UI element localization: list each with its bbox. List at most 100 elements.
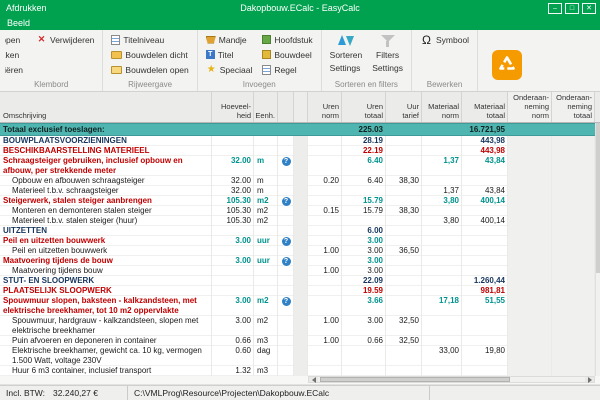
cell-hlp[interactable] xyxy=(278,146,294,156)
cell-sp[interactable] xyxy=(294,123,308,136)
cell-tar[interactable] xyxy=(386,256,422,266)
cell-mn[interactable] xyxy=(422,276,462,286)
cell-on[interactable] xyxy=(508,366,552,376)
table-row[interactable]: Peil en uitzetten bouwwerk 3.00 uur? 3.00 xyxy=(0,236,600,246)
table-row[interactable]: Spouwmuur, hardgrauw - kalkzandsteen, sl… xyxy=(0,316,600,336)
table-row[interactable]: PLAATSELIJK SLOOPWERK 19.59 981,81 xyxy=(0,286,600,296)
cell-qty[interactable]: 105.30 xyxy=(212,216,254,226)
help-icon[interactable]: ? xyxy=(281,197,291,206)
cell-on[interactable] xyxy=(508,316,552,336)
cell-unit[interactable]: uur xyxy=(254,236,278,246)
cell-unit[interactable] xyxy=(254,266,278,276)
cell-un[interactable] xyxy=(308,236,342,246)
cell-ot[interactable] xyxy=(552,246,595,256)
cell-mn[interactable]: 1,37 xyxy=(422,156,462,176)
scrollbar-thumb[interactable] xyxy=(320,377,510,382)
cell-on[interactable] xyxy=(508,156,552,176)
cell-mn[interactable] xyxy=(422,146,462,156)
cell-qty[interactable] xyxy=(212,136,254,146)
cell-on[interactable] xyxy=(508,236,552,246)
cell-on[interactable] xyxy=(508,196,552,206)
ribbon-button-kopi-ren[interactable]: Kopiëren xyxy=(5,62,29,77)
cell-hlp[interactable] xyxy=(278,206,294,216)
cell-oms[interactable]: Puin afvoeren en deponeren in container xyxy=(0,336,212,346)
cell-tar[interactable]: 36,50 xyxy=(386,246,422,256)
cell-hlp[interactable] xyxy=(278,336,294,346)
help-icon[interactable]: ? xyxy=(281,297,291,306)
cell-on[interactable] xyxy=(508,336,552,346)
cell-on[interactable] xyxy=(508,226,552,236)
cell-tar[interactable] xyxy=(386,236,422,246)
cell-tar[interactable]: 38,30 xyxy=(386,206,422,216)
table-row[interactable]: Huur 6 m3 container, inclusief transport… xyxy=(0,366,600,376)
cell-sp[interactable] xyxy=(294,206,308,216)
cell-tar[interactable] xyxy=(386,123,422,136)
scroll-left-button[interactable] xyxy=(309,376,318,383)
cell-on[interactable] xyxy=(508,146,552,156)
cell-on[interactable] xyxy=(508,136,552,146)
cell-tar[interactable]: 32,50 xyxy=(386,336,422,346)
cell-oms[interactable]: Monteren en demonteren stalen steiger xyxy=(0,206,212,216)
table-row[interactable]: Opbouw en afbouwen schraagsteiger 32.00 m 0… xyxy=(0,176,600,186)
cell-unit[interactable]: uur xyxy=(254,256,278,266)
cell-ut[interactable]: 0.66 xyxy=(342,336,386,346)
cell-ot[interactable] xyxy=(552,186,595,196)
cell-un[interactable] xyxy=(308,296,342,316)
ribbon-button-speciaal[interactable]: ★ Speciaal xyxy=(203,62,256,77)
cell-ut[interactable] xyxy=(342,366,386,376)
ribbon-button-plakken[interactable]: Plakken xyxy=(5,47,29,62)
cell-unit[interactable] xyxy=(254,276,278,286)
cell-qty[interactable]: 0.60 xyxy=(212,346,254,366)
cell-qty[interactable] xyxy=(212,286,254,296)
table-row[interactable]: Totaal exclusief toeslagen: 225.03 16.721,… xyxy=(0,123,600,136)
cell-un[interactable] xyxy=(308,366,342,376)
cell-mn[interactable] xyxy=(422,226,462,236)
cell-mn[interactable] xyxy=(422,336,462,346)
cell-on[interactable] xyxy=(508,186,552,196)
cell-on[interactable] xyxy=(508,286,552,296)
cell-qty[interactable] xyxy=(212,226,254,236)
cell-sp[interactable] xyxy=(294,286,308,296)
cell-sp[interactable] xyxy=(294,196,308,206)
cell-qty[interactable]: 3.00 xyxy=(212,296,254,316)
cell-ot[interactable] xyxy=(552,366,595,376)
cell-ut[interactable]: 3.66 xyxy=(342,296,386,316)
table-row[interactable]: Monteren en demonteren stalen steiger 105… xyxy=(0,206,600,216)
cell-tar[interactable] xyxy=(386,196,422,206)
cell-mt[interactable]: 400,14 xyxy=(462,216,508,226)
ribbon-button-settings[interactable]: Settings xyxy=(369,60,406,75)
cell-unit[interactable]: m xyxy=(254,156,278,176)
cell-on[interactable] xyxy=(508,206,552,216)
table-row[interactable]: Spouwmuur slopen, baksteen - kalkzandste… xyxy=(0,296,600,316)
cell-oms[interactable]: BESCHIKBAARSTELLING MATERIEEL xyxy=(0,146,212,156)
cell-oms[interactable]: Peil en uitzetten bouwwerk xyxy=(0,236,212,246)
cell-tar[interactable] xyxy=(386,286,422,296)
cell-mn[interactable] xyxy=(422,123,462,136)
ribbon-button-filters[interactable]: Filters xyxy=(369,32,406,60)
cell-sp[interactable] xyxy=(294,296,308,316)
cell-unit[interactable]: m2 xyxy=(254,316,278,336)
cell-ut[interactable]: 6.00 xyxy=(342,226,386,236)
cell-mt[interactable] xyxy=(462,256,508,266)
cell-mt[interactable]: 443,98 xyxy=(462,146,508,156)
cell-ut[interactable]: 22.19 xyxy=(342,146,386,156)
cell-qty[interactable]: 1.32 xyxy=(212,366,254,376)
cell-on[interactable] xyxy=(508,276,552,286)
cell-mt[interactable] xyxy=(462,266,508,276)
cell-un[interactable]: 1.00 xyxy=(308,336,342,346)
cell-unit[interactable]: m xyxy=(254,176,278,186)
cell-unit[interactable]: dag xyxy=(254,346,278,366)
cell-tar[interactable] xyxy=(386,266,422,276)
ribbon-button-bouwdelen-open[interactable]: Bouwdelen open xyxy=(108,62,191,77)
vertical-scrollbar[interactable] xyxy=(595,123,600,376)
cell-ut[interactable]: 3.00 xyxy=(342,316,386,336)
cell-mn[interactable] xyxy=(422,136,462,146)
cell-tar[interactable]: 32,50 xyxy=(386,316,422,336)
cell-ot[interactable] xyxy=(552,216,595,226)
ribbon-button-mandje[interactable]: Mandje xyxy=(203,32,256,47)
cell-oms[interactable]: Schraagsteiger gebruiken, inclusief opbo… xyxy=(0,156,212,176)
cell-mt[interactable] xyxy=(462,246,508,256)
cell-qty[interactable]: 0.66 xyxy=(212,336,254,346)
table-row[interactable]: BOUWPLAATSVOORZIENINGEN 28.19 443,98 xyxy=(0,136,600,146)
cell-sp[interactable] xyxy=(294,256,308,266)
